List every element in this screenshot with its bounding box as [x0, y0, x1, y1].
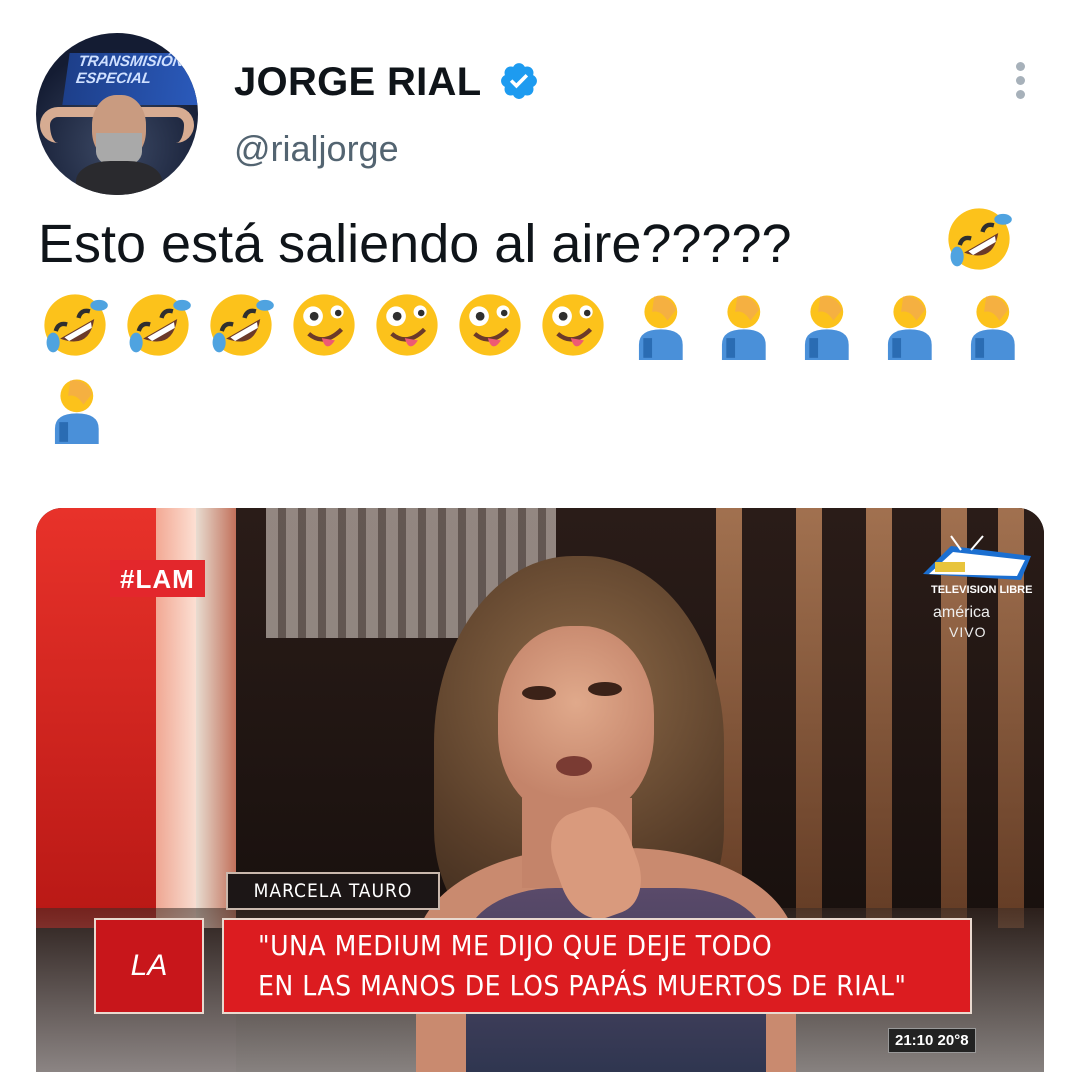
quote-line-2: EN LAS MANOS DE LOS PAPÁS MUERTOS DE RIA…	[258, 969, 907, 1002]
lower-third-quote: "UNA MEDIUM ME DIJO QUE DEJE TODO EN LAS…	[222, 918, 972, 1014]
avatar[interactable]: TRANSMISIÓN ESPECIAL	[36, 33, 198, 195]
zany-face-emoji-icon	[376, 294, 438, 356]
zany-face-emoji-icon	[459, 294, 521, 356]
guest-name-label: MARCELA TAURO	[226, 872, 440, 910]
show-logo: LA	[94, 918, 204, 1014]
zany-face-emoji-icon	[293, 294, 355, 356]
channel-logo-text: TELEVISION LIBRE	[931, 584, 1033, 596]
facepalm-emoji-icon	[638, 295, 683, 360]
more-options-icon[interactable]	[1011, 62, 1029, 102]
broadcast-clock: 21:10 20°8	[888, 1028, 976, 1053]
show-hashtag: #LAM	[110, 560, 205, 597]
tweet-emojis	[38, 208, 1048, 460]
rofl-emoji-icon	[948, 208, 1012, 270]
verified-badge-icon	[501, 63, 537, 99]
tweet-text-content: Esto está saliendo al aire?????	[38, 214, 792, 274]
channel-name: américa	[933, 604, 990, 621]
tweet-text: Esto está saliendo al aire?????	[38, 204, 1048, 284]
author-name[interactable]: JORGE RIAL	[234, 60, 481, 105]
person-face	[498, 626, 654, 818]
tv-logo-icon	[923, 535, 1031, 580]
author-handle[interactable]: @rialjorge	[234, 128, 399, 170]
facepalm-emoji-icon	[721, 295, 766, 360]
live-label: VIVO	[949, 624, 987, 640]
facepalm-emoji-icon	[970, 295, 1015, 360]
quote-line-1: "UNA MEDIUM ME DIJO QUE DEJE TODO	[258, 929, 773, 962]
facepalm-emoji-icon	[887, 295, 932, 360]
facepalm-emoji-icon	[804, 295, 849, 360]
tweet-media-image[interactable]: #LAM TELEVISION LIBRE américa VIVO MARCE…	[36, 508, 1044, 1072]
rofl-emoji-icon	[44, 294, 108, 356]
facepalm-emoji-icon	[54, 379, 99, 444]
rofl-emoji-icon	[210, 294, 274, 356]
zany-face-emoji-icon	[542, 294, 604, 356]
channel-logo: TELEVISION LIBRE américa VIVO	[921, 534, 1036, 654]
rofl-emoji-icon	[127, 294, 191, 356]
